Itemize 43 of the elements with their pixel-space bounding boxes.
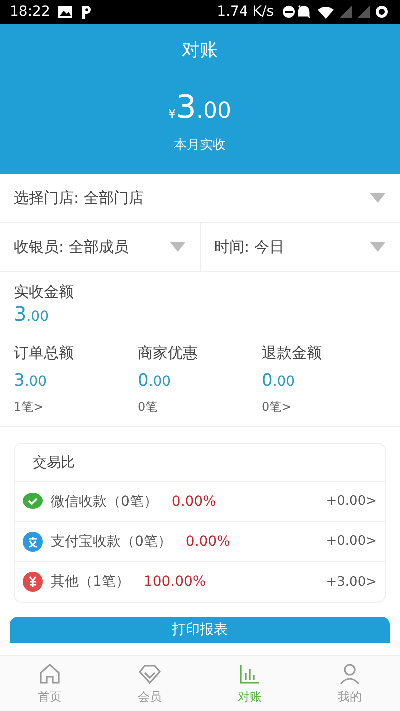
image-icon: [58, 6, 72, 18]
monthly-amount: ¥3.00: [168, 88, 232, 126]
amount-value: 3.00: [14, 302, 50, 326]
yuan-icon: [23, 572, 43, 592]
dropdown-caret-icon: [370, 242, 386, 252]
stat-label: 商家优惠: [138, 344, 199, 363]
print-report-button[interactable]: 打印报表: [10, 617, 390, 643]
person-icon: [338, 662, 362, 686]
card-title: 交易比: [33, 454, 75, 472]
payment-label: 其他（1笔）: [51, 573, 130, 591]
amount-value: 0.00: [262, 371, 296, 391]
payment-row[interactable]: 支付宝收款（0笔） 0.00% +0.00>: [15, 522, 385, 562]
payment-label: 微信收款（0笔）: [51, 492, 158, 510]
stat-label: 订单总额: [14, 344, 75, 363]
page-title: 对账: [182, 39, 218, 62]
store-dropdown[interactable]: 选择门店: 全部门店: [0, 174, 400, 222]
stat-count[interactable]: 0笔>: [262, 399, 386, 416]
time-dropdown[interactable]: 时间: 今日: [200, 223, 400, 271]
payment-amount: +0.00>: [326, 494, 377, 509]
received-label: 实收金额: [14, 283, 74, 301]
payment-row[interactable]: 微信收款（0笔） 0.00% +0.00>: [15, 482, 385, 522]
stat-count[interactable]: 0笔: [138, 399, 262, 416]
payment-amount: +3.00>: [326, 574, 377, 590]
payment-row[interactable]: 其他（1笔） 100.00% +3.00>: [15, 562, 385, 602]
parking-icon: [80, 5, 92, 19]
stat-count[interactable]: 1笔>: [14, 399, 138, 416]
amount-caption: 本月实收: [174, 137, 226, 154]
payment-percent: 0.00%: [172, 494, 216, 510]
payment-percent: 100.00%: [144, 574, 206, 590]
dropdown-caret-icon: [370, 193, 386, 203]
amount-value: 0.00: [138, 371, 172, 391]
chat-bubble-icon: [23, 492, 43, 512]
dropdown-caret-icon: [170, 242, 186, 252]
payment-amount: +0.00>: [326, 534, 377, 549]
payment-percent: 0.00%: [186, 534, 230, 550]
network-speed: 1.74 K/s: [217, 4, 274, 20]
status-time: 18:22: [10, 4, 50, 20]
house-icon: [38, 662, 62, 686]
stat-label: 退款金额: [262, 344, 323, 363]
cashier-dropdown[interactable]: 收银员: 全部成员: [0, 223, 200, 271]
payment-label: 支付宝收款（0笔）: [51, 532, 172, 550]
alipay-icon: [23, 532, 43, 552]
amount-value: 3.00: [14, 371, 48, 391]
